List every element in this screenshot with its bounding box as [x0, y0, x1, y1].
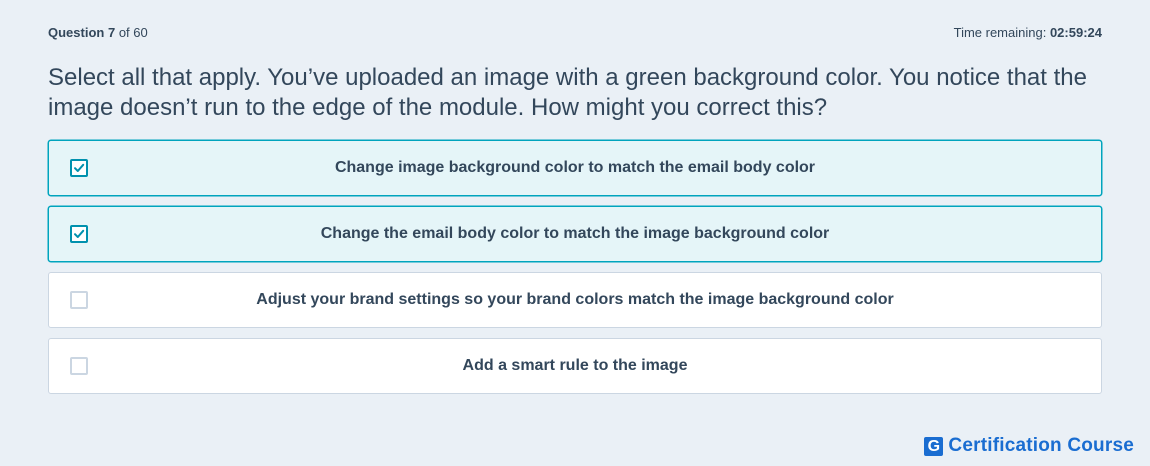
answer-option-2[interactable]: Change the email body color to match the… [48, 206, 1102, 262]
checkbox-unchecked[interactable] [70, 291, 88, 309]
checkbox-checked[interactable] [70, 225, 88, 243]
brand-name: Certification Course [948, 435, 1134, 456]
question-prefix: Question [48, 25, 105, 40]
time-remaining: Time remaining: 02:59:24 [954, 24, 1102, 42]
brand-logo-icon: G [924, 436, 944, 456]
question-counter: Question 7 of 60 [48, 24, 148, 42]
checkbox-unchecked[interactable] [70, 357, 88, 375]
brand-logo: G Certification Course [924, 435, 1134, 457]
answer-options: Change image background color to match t… [48, 140, 1102, 404]
quiz-header: Question 7 of 60 Time remaining: 02:59:2… [48, 24, 1102, 42]
answer-option-label: Adjust your brand settings so your brand… [256, 291, 894, 308]
time-remaining-label: Time remaining: [953, 25, 1047, 40]
answer-option-label: Add a smart rule to the image [462, 357, 688, 374]
question-text: Select all that apply. You’ve uploaded a… [48, 64, 1087, 121]
checkmark-icon [74, 163, 85, 172]
checkmark-icon [74, 229, 85, 238]
answer-option-label: Change the email body color to match the… [320, 225, 830, 242]
question-number: 7 [107, 25, 116, 40]
question-total: of 60 [118, 25, 148, 40]
quiz-page: Question 7 of 60 Time remaining: 02:59:2… [48, 0, 1102, 466]
answer-option-1[interactable]: Change image background color to match t… [48, 140, 1102, 196]
time-remaining-value: 02:59:24 [1049, 25, 1102, 40]
answer-option-4[interactable]: Add a smart rule to the image [48, 338, 1102, 394]
checkbox-checked[interactable] [70, 159, 88, 177]
answer-option-3[interactable]: Adjust your brand settings so your brand… [48, 272, 1102, 328]
answer-option-label: Change image background color to match t… [334, 159, 816, 176]
